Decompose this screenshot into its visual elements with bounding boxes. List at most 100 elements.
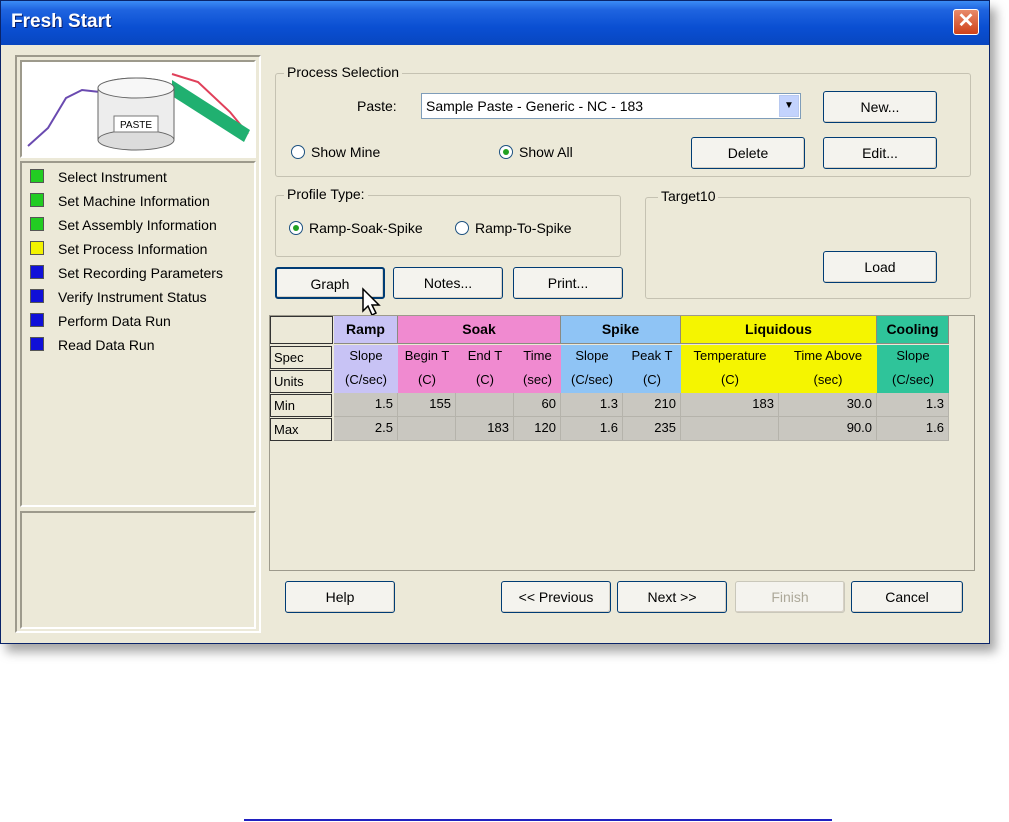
min-cell[interactable]: 30.0 bbox=[779, 393, 877, 417]
paste-select-value: Sample Paste - Generic - NC - 183 bbox=[426, 98, 644, 114]
target-group: Target10 bbox=[645, 188, 971, 299]
delete-button[interactable]: Delete bbox=[691, 137, 805, 169]
fresh-start-dialog: Fresh Start ✕ PASTE Select Instrument Se… bbox=[0, 0, 990, 644]
target-label: Target10 bbox=[658, 188, 719, 204]
unit-cell: (C) bbox=[456, 369, 514, 393]
paste-select[interactable]: Sample Paste - Generic - NC - 183 ▼ bbox=[421, 93, 801, 119]
group-header-spike: Spike bbox=[561, 316, 681, 344]
step-status-icon bbox=[30, 217, 44, 231]
step-item: Set Assembly Information bbox=[30, 217, 217, 239]
group-header-soak: Soak bbox=[398, 316, 561, 344]
min-cell[interactable]: 1.3 bbox=[877, 393, 949, 417]
min-cell[interactable]: 1.3 bbox=[561, 393, 623, 417]
step-status-icon bbox=[30, 313, 44, 327]
help-button[interactable]: Help bbox=[285, 581, 395, 613]
step-status-icon bbox=[30, 289, 44, 303]
radio-icon[interactable] bbox=[291, 145, 305, 159]
spec-cell: Slope bbox=[877, 345, 949, 369]
group-header-ramp: Ramp bbox=[334, 316, 398, 344]
step-status-icon bbox=[30, 193, 44, 207]
row-label-max: Max bbox=[270, 418, 332, 441]
radio-selected-icon[interactable] bbox=[499, 145, 513, 159]
spec-cell: Peak T bbox=[623, 345, 681, 369]
max-cell[interactable] bbox=[681, 417, 779, 441]
spec-cell: Slope bbox=[334, 345, 398, 369]
paste-illustration: PASTE bbox=[20, 60, 256, 158]
ramp-soak-spike-radio[interactable]: Ramp-Soak-Spike bbox=[289, 220, 423, 236]
unit-cell: (sec) bbox=[514, 369, 561, 393]
unit-cell: (C) bbox=[623, 369, 681, 393]
edit-button[interactable]: Edit... bbox=[823, 137, 937, 169]
min-cell[interactable]: 155 bbox=[398, 393, 456, 417]
process-spec-table: Ramp Soak Spike Liquidous Cooling Spec U… bbox=[269, 315, 975, 571]
mouse-pointer-icon bbox=[362, 287, 381, 317]
spec-cell: Time bbox=[514, 345, 561, 369]
print-button[interactable]: Print... bbox=[513, 267, 623, 299]
close-icon: ✕ bbox=[957, 10, 975, 32]
min-cell[interactable] bbox=[456, 393, 514, 417]
step-item: Verify Instrument Status bbox=[30, 289, 207, 311]
step-item: Perform Data Run bbox=[30, 313, 171, 335]
max-cell[interactable] bbox=[398, 417, 456, 441]
step-status-icon bbox=[30, 169, 44, 183]
wizard-sidebar: PASTE Select Instrument Set Machine Info… bbox=[15, 55, 261, 633]
close-button[interactable]: ✕ bbox=[953, 9, 979, 35]
step-item: Set Process Information bbox=[30, 241, 207, 263]
spec-cell: Slope bbox=[561, 345, 623, 369]
step-status-icon bbox=[30, 337, 44, 351]
min-cell[interactable]: 210 bbox=[623, 393, 681, 417]
notes-button[interactable]: Notes... bbox=[393, 267, 503, 299]
window-title: Fresh Start bbox=[11, 11, 112, 32]
max-cell[interactable]: 1.6 bbox=[877, 417, 949, 441]
spec-cell: Time Above bbox=[779, 345, 877, 369]
title-bar[interactable]: Fresh Start ✕ bbox=[1, 1, 989, 45]
min-cell[interactable]: 60 bbox=[514, 393, 561, 417]
step-item: Read Data Run bbox=[30, 337, 155, 359]
group-header-cooling: Cooling bbox=[877, 316, 949, 344]
show-all-radio[interactable]: Show All bbox=[499, 144, 573, 160]
link-underline[interactable] bbox=[244, 819, 832, 821]
next-button[interactable]: Next >> bbox=[617, 581, 727, 613]
chevron-down-icon[interactable]: ▼ bbox=[779, 95, 799, 117]
finish-button[interactable]: Finish bbox=[735, 581, 845, 613]
cancel-button[interactable]: Cancel bbox=[851, 581, 963, 613]
spec-cell: Temperature bbox=[681, 345, 779, 369]
step-item: Set Machine Information bbox=[30, 193, 210, 215]
max-cell[interactable]: 2.5 bbox=[334, 417, 398, 441]
max-cell[interactable]: 183 bbox=[456, 417, 514, 441]
new-button[interactable]: New... bbox=[823, 91, 937, 123]
paste-jar-illustration-icon: PASTE bbox=[27, 73, 250, 151]
paste-label: Paste: bbox=[357, 98, 397, 114]
step-status-icon bbox=[30, 241, 44, 255]
min-cell[interactable]: 183 bbox=[681, 393, 779, 417]
profile-type-label: Profile Type: bbox=[284, 186, 368, 202]
unit-cell: (C/sec) bbox=[561, 369, 623, 393]
radio-selected-icon[interactable] bbox=[289, 221, 303, 235]
group-header-liquidous: Liquidous bbox=[681, 316, 877, 344]
row-label-units: Units bbox=[270, 370, 332, 393]
unit-cell: (C) bbox=[398, 369, 456, 393]
unit-cell: (sec) bbox=[779, 369, 877, 393]
row-label-spec: Spec bbox=[270, 346, 332, 369]
wizard-steps-list: Select Instrument Set Machine Informatio… bbox=[20, 161, 256, 507]
table-corner-cell bbox=[270, 316, 333, 344]
unit-cell: (C/sec) bbox=[334, 369, 398, 393]
unit-cell: (C/sec) bbox=[877, 369, 949, 393]
max-cell[interactable]: 90.0 bbox=[779, 417, 877, 441]
step-description-box bbox=[20, 511, 256, 629]
process-selection-label: Process Selection bbox=[284, 64, 403, 80]
radio-icon[interactable] bbox=[455, 221, 469, 235]
previous-button[interactable]: << Previous bbox=[501, 581, 611, 613]
row-label-min: Min bbox=[270, 394, 332, 417]
step-item: Set Recording Parameters bbox=[30, 265, 223, 287]
max-cell[interactable]: 120 bbox=[514, 417, 561, 441]
load-button[interactable]: Load bbox=[823, 251, 937, 283]
min-cell[interactable]: 1.5 bbox=[334, 393, 398, 417]
jar-label: PASTE bbox=[120, 120, 152, 131]
max-cell[interactable]: 1.6 bbox=[561, 417, 623, 441]
spec-cell: End T bbox=[456, 345, 514, 369]
ramp-to-spike-radio[interactable]: Ramp-To-Spike bbox=[455, 220, 571, 236]
show-mine-radio[interactable]: Show Mine bbox=[291, 144, 380, 160]
max-cell[interactable]: 235 bbox=[623, 417, 681, 441]
unit-cell: (C) bbox=[681, 369, 779, 393]
